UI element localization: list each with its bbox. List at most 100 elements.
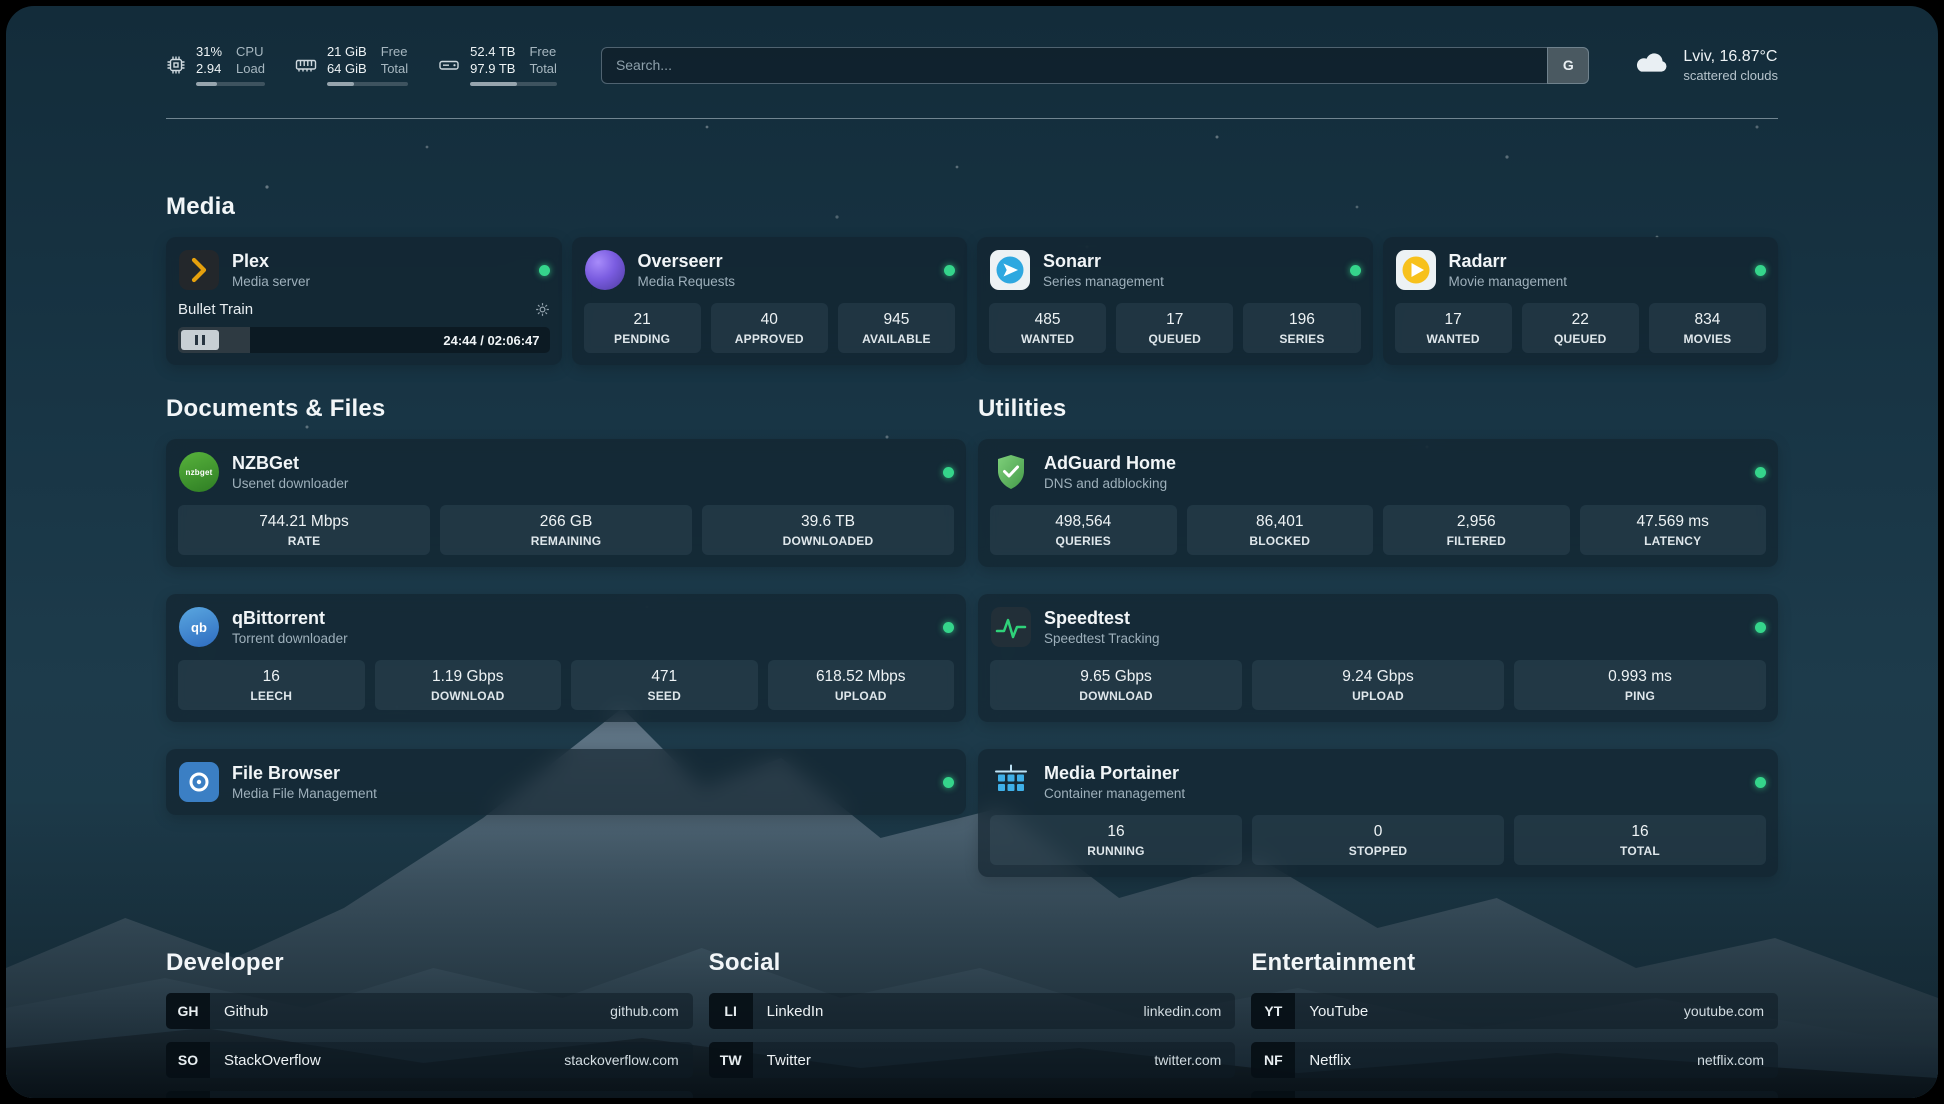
service-subtitle: Torrent downloader bbox=[232, 631, 348, 646]
nzbget-icon: nzbget bbox=[178, 451, 220, 493]
weather-condition: scattered clouds bbox=[1683, 68, 1778, 83]
search-input[interactable] bbox=[601, 47, 1547, 84]
service-subtitle: Media server bbox=[232, 274, 310, 289]
bookmark-twitter[interactable]: TW Twitter twitter.com bbox=[709, 1042, 1236, 1078]
stat-upload: 618.52 Mbps UPLOAD bbox=[768, 660, 955, 710]
memory-icon bbox=[295, 55, 317, 75]
bookmarks-entertainment: Entertainment YT YouTube youtube.com NF … bbox=[1251, 949, 1778, 1098]
cpu-load-value: 2.94 bbox=[196, 61, 222, 78]
stat-queued: 17 QUEUED bbox=[1116, 303, 1233, 353]
bookmarks-developer: Developer GH Github github.com SO StackO… bbox=[166, 949, 693, 1098]
speedtest-card[interactable]: Speedtest Speedtest Tracking 9.65 Gbps D… bbox=[978, 594, 1778, 722]
stat-ping: 0.993 ms PING bbox=[1514, 660, 1766, 710]
bookmark-dev[interactable]: DT DEV dev.to bbox=[166, 1091, 693, 1098]
bookmark-github[interactable]: GH Github github.com bbox=[166, 993, 693, 1029]
memory-progress-bar bbox=[327, 82, 408, 86]
overseerr-card[interactable]: Overseerr Media Requests 21 PENDING 40 A… bbox=[572, 237, 968, 365]
status-online-dot bbox=[943, 622, 954, 633]
snow-particles bbox=[6, 6, 8, 8]
service-subtitle: DNS and adblocking bbox=[1044, 476, 1176, 491]
disk-progress-bar bbox=[470, 82, 557, 86]
stat-queued: 22 QUEUED bbox=[1522, 303, 1639, 353]
search-engine-button[interactable]: G bbox=[1547, 47, 1589, 84]
cpu-progress-bar bbox=[196, 82, 265, 86]
reddit-badge: RE bbox=[1251, 1091, 1295, 1098]
plex-icon bbox=[178, 249, 220, 291]
status-online-dot bbox=[1755, 777, 1766, 788]
sonarr-card[interactable]: Sonarr Series management 485 WANTED 17 Q… bbox=[977, 237, 1373, 365]
stat-stopped: 0 STOPPED bbox=[1252, 815, 1504, 865]
stat-blocked: 86,401 BLOCKED bbox=[1187, 505, 1374, 555]
stat-remaining: 266 GB REMAINING bbox=[440, 505, 692, 555]
stat-leech: 16 LEECH bbox=[178, 660, 365, 710]
youtube-badge: YT bbox=[1251, 993, 1295, 1029]
stat-seed: 471 SEED bbox=[571, 660, 758, 710]
stat-queries: 498,564 QUERIES bbox=[990, 505, 1177, 555]
bookmarks-social: Social LI LinkedIn linkedin.com TW Twitt… bbox=[709, 949, 1236, 1098]
service-name: Media Portainer bbox=[1044, 763, 1185, 784]
status-online-dot bbox=[1755, 265, 1766, 276]
service-name: NZBGet bbox=[232, 453, 348, 474]
service-subtitle: Media Requests bbox=[638, 274, 736, 289]
now-playing-title: Bullet Train bbox=[178, 301, 253, 318]
section-title-social: Social bbox=[709, 949, 1236, 977]
section-title-utilities: Utilities bbox=[978, 395, 1778, 423]
adguard-card[interactable]: AdGuard Home DNS and adblocking 498,564 … bbox=[978, 439, 1778, 567]
memory-free-label: Free bbox=[381, 44, 408, 61]
stat-pending: 21 PENDING bbox=[584, 303, 701, 353]
disk-total-value: 97.9 TB bbox=[470, 61, 515, 78]
service-subtitle: Speedtest Tracking bbox=[1044, 631, 1160, 646]
disk-monitor: 52.4 TB 97.9 TB Free Total bbox=[438, 44, 557, 87]
bookmark-linkedin[interactable]: LI LinkedIn linkedin.com bbox=[709, 993, 1236, 1029]
stat-download: 9.65 Gbps DOWNLOAD bbox=[990, 660, 1242, 710]
nzbget-card[interactable]: nzbget NZBGet Usenet downloader 744.21 M… bbox=[166, 439, 966, 567]
memory-total-label: Total bbox=[381, 61, 408, 78]
dashboard-page: 31% 2.94 CPU Load bbox=[6, 6, 1938, 1098]
filebrowser-card[interactable]: File Browser Media File Management bbox=[166, 749, 966, 815]
cpu-usage-label: CPU bbox=[236, 44, 265, 61]
linkedin-badge: LI bbox=[709, 993, 753, 1029]
stat-movies: 834 MOVIES bbox=[1649, 303, 1766, 353]
qbittorrent-icon: qb bbox=[178, 606, 220, 648]
bookmark-stackoverflow[interactable]: SO StackOverflow stackoverflow.com bbox=[166, 1042, 693, 1078]
dev-badge: DT bbox=[166, 1091, 210, 1098]
twitter-badge: TW bbox=[709, 1042, 753, 1078]
stat-download: 1.19 Gbps DOWNLOAD bbox=[375, 660, 562, 710]
service-name: qBittorrent bbox=[232, 608, 348, 629]
section-title-documents: Documents & Files bbox=[166, 395, 966, 423]
status-online-dot bbox=[943, 467, 954, 478]
topbar-divider bbox=[166, 118, 1778, 119]
bookmark-youtube[interactable]: YT YouTube youtube.com bbox=[1251, 993, 1778, 1029]
service-name: Sonarr bbox=[1043, 251, 1164, 272]
status-online-dot bbox=[1755, 622, 1766, 633]
plex-card[interactable]: Plex Media server Bullet Train bbox=[166, 237, 562, 365]
bookmark-reddit[interactable]: RE Reddit reddit.com bbox=[1251, 1091, 1778, 1098]
service-subtitle: Usenet downloader bbox=[232, 476, 348, 491]
stat-upload: 9.24 Gbps UPLOAD bbox=[1252, 660, 1504, 710]
github-badge: GH bbox=[166, 993, 210, 1029]
qbittorrent-card[interactable]: qb qBittorrent Torrent downloader 16 bbox=[166, 594, 966, 722]
radarr-card[interactable]: Radarr Movie management 17 WANTED 22 QUE… bbox=[1383, 237, 1779, 365]
status-online-dot bbox=[1755, 467, 1766, 478]
cpu-usage-value: 31% bbox=[196, 44, 222, 61]
top-bar: 31% 2.94 CPU Load bbox=[166, 36, 1778, 94]
service-name: Overseerr bbox=[638, 251, 736, 272]
stat-latency: 47.569 ms LATENCY bbox=[1580, 505, 1767, 555]
playback-bar[interactable]: 24:44 / 02:06:47 bbox=[178, 327, 550, 353]
service-subtitle: Series management bbox=[1043, 274, 1164, 289]
disk-total-label: Total bbox=[529, 61, 556, 78]
stackoverflow-badge: SO bbox=[166, 1042, 210, 1078]
disk-free-value: 52.4 TB bbox=[470, 44, 515, 61]
cpu-load-label: Load bbox=[236, 61, 265, 78]
weather-location: Lviv, 16.87°C bbox=[1683, 48, 1778, 66]
stat-approved: 40 APPROVED bbox=[711, 303, 828, 353]
service-subtitle: Movie management bbox=[1449, 274, 1568, 289]
service-name: AdGuard Home bbox=[1044, 453, 1176, 474]
gear-icon[interactable] bbox=[535, 302, 550, 317]
pause-icon[interactable] bbox=[181, 330, 219, 350]
service-subtitle: Container management bbox=[1044, 786, 1185, 801]
cpu-icon bbox=[166, 55, 186, 75]
filebrowser-icon bbox=[178, 761, 220, 803]
portainer-card[interactable]: Media Portainer Container management 16 … bbox=[978, 749, 1778, 877]
bookmark-netflix[interactable]: NF Netflix netflix.com bbox=[1251, 1042, 1778, 1078]
